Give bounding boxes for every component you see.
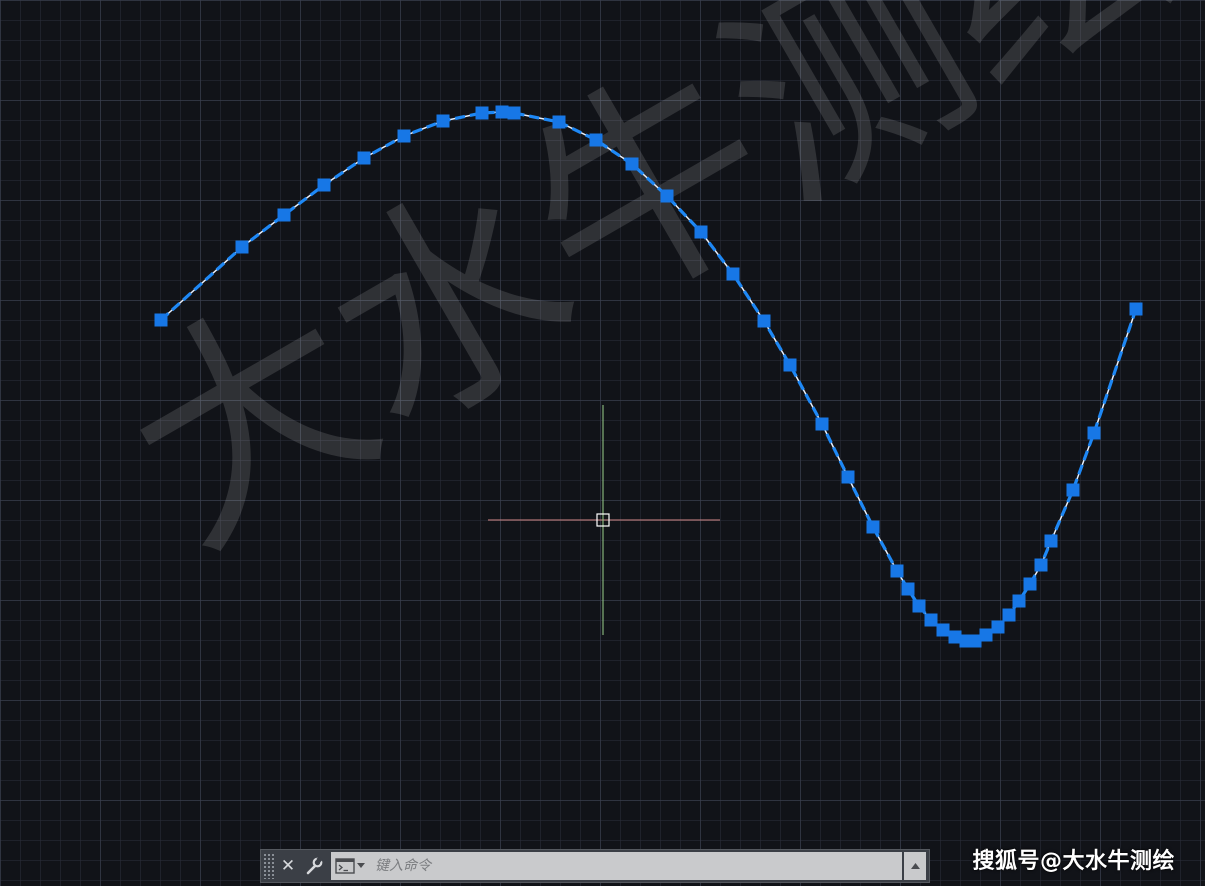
vertex-grip[interactable] xyxy=(1087,426,1101,440)
vertex-grip[interactable] xyxy=(154,313,168,327)
vertex-grip[interactable] xyxy=(436,114,450,128)
vertex-grip[interactable] xyxy=(589,133,603,147)
vertex-grip[interactable] xyxy=(1023,577,1037,591)
customize-button[interactable] xyxy=(301,851,327,881)
vertex-grip[interactable] xyxy=(815,417,829,431)
vertex-grip[interactable] xyxy=(495,105,509,119)
vertex-grip[interactable] xyxy=(317,178,331,192)
close-icon: ✕ xyxy=(280,856,296,876)
vertex-grip[interactable] xyxy=(936,623,950,637)
vertex-grip[interactable] xyxy=(912,599,926,613)
vertex-grip[interactable] xyxy=(694,225,708,239)
vertex-grip[interactable] xyxy=(991,620,1005,634)
vertex-grip[interactable] xyxy=(625,157,639,171)
vertex-grip[interactable] xyxy=(841,470,855,484)
vertex-grip[interactable] xyxy=(660,189,674,203)
vertex-grip[interactable] xyxy=(552,115,566,129)
crosshair-cursor xyxy=(488,405,720,635)
command-line-bar: ✕ xyxy=(260,849,930,883)
selected-polyline[interactable] xyxy=(160,111,1137,642)
vertex-grip[interactable] xyxy=(890,564,904,578)
vertex-grip[interactable] xyxy=(475,106,489,120)
recent-commands-button[interactable] xyxy=(331,852,369,880)
vertex-grip[interactable] xyxy=(979,628,993,642)
caret-up-icon xyxy=(910,863,920,869)
vertex-grip[interactable] xyxy=(901,582,915,596)
vertex-grip[interactable] xyxy=(1034,558,1048,572)
vertex-grips[interactable] xyxy=(154,105,1143,648)
terminal-prompt-icon xyxy=(335,858,355,874)
vertex-grip[interactable] xyxy=(757,314,771,328)
vertex-grip[interactable] xyxy=(726,267,740,281)
command-bar-drag-handle[interactable] xyxy=(263,853,275,879)
vertex-grip[interactable] xyxy=(1012,594,1026,608)
vertex-grip[interactable] xyxy=(1066,483,1080,497)
vertex-grip[interactable] xyxy=(783,358,797,372)
command-history-button[interactable] xyxy=(904,852,926,880)
close-command-line-button[interactable]: ✕ xyxy=(275,851,301,881)
vertex-grip[interactable] xyxy=(1002,608,1016,622)
vertex-grip[interactable] xyxy=(397,129,411,143)
caret-down-icon xyxy=(357,863,365,868)
wrench-icon xyxy=(306,857,323,875)
vertex-grip[interactable] xyxy=(235,240,249,254)
drawing-canvas[interactable]: 大水牛测绘 xyxy=(0,0,1205,886)
vertex-grip[interactable] xyxy=(357,151,371,165)
vertex-grip[interactable] xyxy=(1129,302,1143,316)
source-watermark: 搜狐号@大水牛测绘 xyxy=(972,849,1175,874)
vertex-grip[interactable] xyxy=(507,106,521,120)
drawing-viewport[interactable] xyxy=(0,0,1205,886)
vertex-grip[interactable] xyxy=(866,520,880,534)
vertex-grip[interactable] xyxy=(277,208,291,222)
selected-polyline-highlight xyxy=(159,110,1138,643)
command-input[interactable] xyxy=(369,852,902,880)
vertex-grip[interactable] xyxy=(924,613,938,627)
vertex-grip[interactable] xyxy=(1044,534,1058,548)
